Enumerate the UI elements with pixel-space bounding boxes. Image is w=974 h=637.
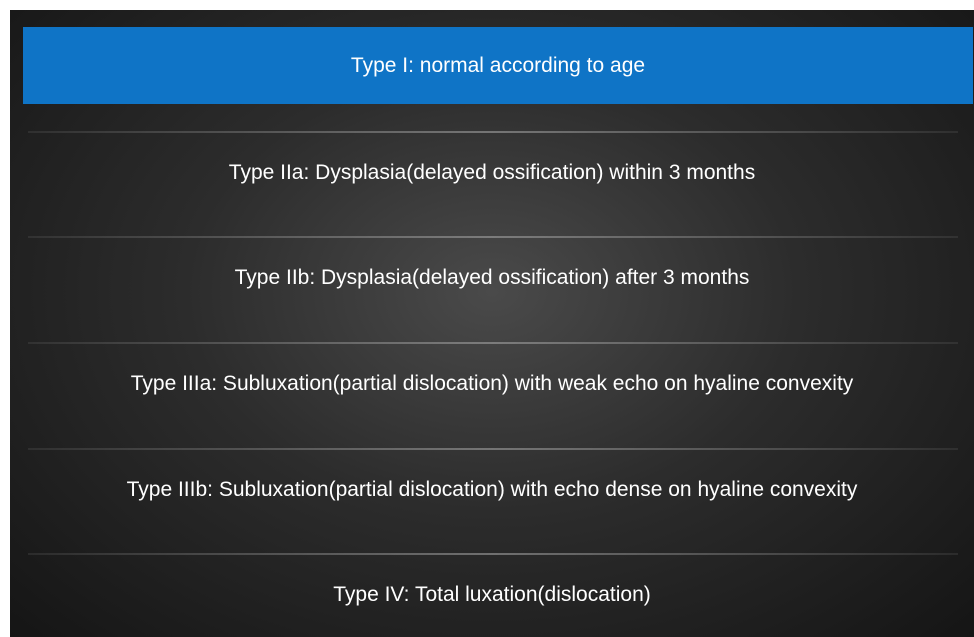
option-label: Type IIIb: Subluxation(partial dislocati…: [126, 478, 858, 501]
option-type-iv[interactable]: Type IV: Total luxation(dislocation): [10, 555, 974, 635]
option-label: Type IIIa: Subluxation(partial dislocati…: [130, 372, 854, 395]
option-type-iib[interactable]: Type IIb: Dysplasia(delayed ossification…: [10, 238, 974, 318]
option-label: Type IV: Total luxation(dislocation): [333, 583, 651, 606]
option-label: Type IIb: Dysplasia(delayed ossification…: [234, 266, 750, 289]
option-label: Type IIa: Dysplasia(delayed ossification…: [228, 161, 756, 184]
option-type-iia[interactable]: Type IIa: Dysplasia(delayed ossification…: [10, 133, 974, 213]
option-label: Type I: normal according to age: [350, 53, 646, 77]
option-type-iiia[interactable]: Type IIIa: Subluxation(partial dislocati…: [10, 344, 974, 424]
option-type-i[interactable]: Type I: normal according to age: [23, 27, 973, 104]
option-type-iiib[interactable]: Type IIIb: Subluxation(partial dislocati…: [10, 450, 974, 530]
hip-type-selection-panel: Type I: normal according to age Type IIa…: [10, 10, 974, 637]
